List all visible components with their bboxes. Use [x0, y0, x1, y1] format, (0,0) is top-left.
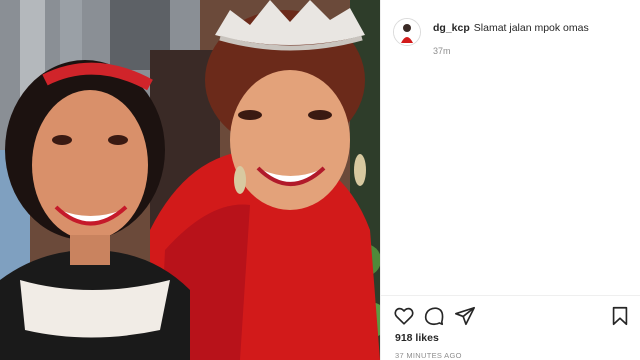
action-bar: 918 likes 37 MINUTES AGO [381, 295, 640, 360]
instagram-post: dg_kcp Slamat jalan mpok omas 37m 918 li… [0, 0, 640, 360]
post-timestamp: 37 MINUTES AGO [395, 351, 462, 360]
like-button[interactable] [393, 305, 415, 327]
likes-count[interactable]: 918 likes [395, 332, 439, 344]
avatar[interactable] [393, 18, 421, 46]
heart-icon [394, 307, 414, 325]
speech-bubble-icon [424, 307, 444, 326]
avatar-image [394, 19, 420, 45]
paper-plane-icon [455, 306, 475, 326]
bookmark-icon [612, 306, 628, 326]
post-photo[interactable] [0, 0, 380, 360]
comment-button[interactable] [423, 305, 445, 327]
caption-comment: dg_kcp Slamat jalan mpok omas 37m [393, 16, 633, 66]
post-sidebar: dg_kcp Slamat jalan mpok omas 37m 918 li… [380, 0, 640, 360]
save-button[interactable] [609, 305, 631, 327]
comment-time: 37m [433, 46, 451, 56]
username-link[interactable]: dg_kcp [433, 22, 470, 34]
share-button[interactable] [454, 305, 476, 327]
caption-text: Slamat jalan mpok omas [473, 22, 589, 34]
comment-text: dg_kcp Slamat jalan mpok omas [433, 22, 589, 34]
photo-illustration [0, 0, 380, 360]
